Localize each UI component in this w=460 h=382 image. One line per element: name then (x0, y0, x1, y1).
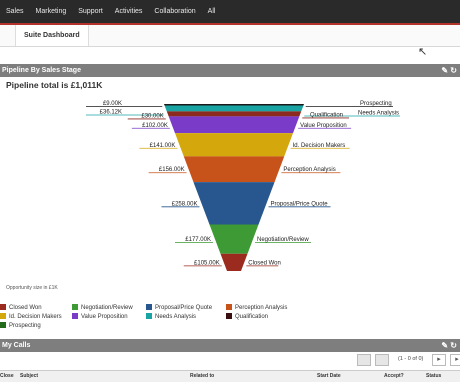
last-page-button[interactable]: ▸ (450, 354, 460, 366)
legend-swatch-qualification (226, 313, 232, 319)
column-start-date[interactable]: Start Date (317, 373, 341, 379)
legend-swatch-prospecting (0, 322, 6, 328)
legend-label-needs-analysis: Needs Analysis (155, 314, 197, 320)
funnel-segment-value-proposition[interactable] (168, 116, 300, 134)
legend-swatch-value-proposition (72, 313, 78, 319)
nav-activities[interactable]: Activities (109, 0, 149, 23)
calls-dashlet-title: My Calls (2, 342, 31, 349)
funnel-stage-label-value-proposition: Value Proposition (300, 123, 347, 129)
legend-label-proposal-price-quote: Proposal/Price Quote (155, 305, 213, 311)
funnel-segment-closed-won[interactable] (220, 253, 248, 271)
funnel-segment-negotiation-review[interactable] (209, 224, 259, 254)
legend-label-perception-analysis: Perception Analysis (235, 305, 288, 311)
legend-label-negotiation-review: Negotiation/Review (81, 305, 133, 311)
refresh-icon[interactable]: ↻ (450, 66, 457, 75)
funnel-stage-label-needs-analysis: Needs Analysis (358, 110, 399, 116)
pipeline-dashlet-header: Pipeline By Sales Stage ✎ ↻ (0, 64, 460, 77)
edit-icon[interactable]: ✎ (441, 66, 448, 75)
pipeline-total: Pipeline total is £1,011K (6, 80, 103, 90)
legend-item-negotiation-review: Negotiation/Review (72, 304, 133, 311)
dashboard-tab-bar: Suite Dashboard (0, 25, 460, 47)
legend-item-perception-analysis: Perception Analysis (226, 304, 287, 311)
legend-label-qualification: Qualification (235, 314, 269, 320)
chart-footnote: Opportunity size in £1K (6, 285, 58, 291)
first-page-button[interactable] (357, 354, 371, 366)
nav-support[interactable]: Support (72, 0, 109, 23)
nav-collaboration[interactable]: Collaboration (148, 0, 201, 23)
legend-item-id-decision-makers: Id. Decision Makers (0, 313, 62, 320)
legend-label-value-proposition: Value Proposition (81, 314, 128, 320)
funnel-value-label-prospecting: £9.00K (103, 101, 122, 107)
column-related-to[interactable]: Related to (190, 373, 214, 379)
legend-item-prospecting: Prospecting (0, 322, 41, 329)
nav-all[interactable]: All (202, 0, 222, 23)
funnel-stage-label-prospecting: Prospecting (360, 101, 392, 107)
legend-label-closed-won: Closed Won (9, 305, 42, 311)
column-close[interactable]: Close (0, 373, 14, 379)
legend-swatch-proposal-price-quote (146, 304, 152, 310)
legend-item-closed-won: Closed Won (0, 304, 42, 311)
legend-label-id-decision-makers: Id. Decision Makers (9, 314, 62, 320)
legend-item-qualification: Qualification (226, 313, 268, 320)
next-page-button[interactable]: ▸ (432, 354, 446, 366)
legend-swatch-perception-analysis (226, 304, 232, 310)
funnel-value-label-value-proposition: £102.00K (142, 123, 168, 129)
column-accept[interactable]: Accept? (384, 373, 404, 379)
legend-swatch-closed-won (0, 304, 6, 310)
legend-swatch-id-decision-makers (0, 313, 6, 319)
calls-table-header: Close Subject Related to Start Date Acce… (0, 370, 460, 382)
legend-label-prospecting: Prospecting (9, 323, 41, 329)
legend-item-proposal-price-quote: Proposal/Price Quote (146, 304, 212, 311)
pagination-text: (1 - 0 of 0) (398, 356, 424, 362)
previous-page-button[interactable] (375, 354, 389, 366)
funnel-segment-needs-analysis[interactable] (164, 105, 304, 112)
legend-swatch-negotiation-review (72, 304, 78, 310)
nav-marketing[interactable]: Marketing (30, 0, 73, 23)
mouse-cursor-icon: ↖ (418, 46, 428, 58)
pipeline-funnel-chart: £9.00K Prospecting£36.12K Needs Analysis£3… (86, 101, 400, 271)
edit-icon[interactable]: ✎ (441, 341, 448, 350)
refresh-icon[interactable]: ↻ (450, 341, 457, 350)
funnel-segment-proposal-price-quote[interactable] (193, 182, 275, 225)
legend-item-value-proposition: Value Proposition (72, 313, 128, 320)
column-subject[interactable]: Subject (20, 373, 38, 379)
funnel-segment-perception-analysis[interactable] (183, 156, 285, 183)
funnel-segment-qualification[interactable] (166, 111, 302, 117)
funnel-stage-label-closed-won: Closed Won (248, 260, 281, 266)
funnel-segment-id-decision-makers[interactable] (175, 133, 293, 157)
funnel-segment-prospecting[interactable] (164, 104, 304, 106)
legend-item-needs-analysis: Needs Analysis (146, 313, 196, 320)
calls-dashlet-header: My Calls ✎ ↻ (0, 339, 460, 352)
funnel-value-label-closed-won: £105.00K (194, 260, 220, 266)
top-navigation: Sales Marketing Support Activities Colla… (0, 0, 460, 25)
tab-suite-dashboard[interactable]: Suite Dashboard (15, 25, 89, 46)
pipeline-dashlet-title: Pipeline By Sales Stage (2, 67, 81, 74)
funnel-value-label-needs-analysis: £36.12K (100, 109, 122, 115)
legend-swatch-needs-analysis (146, 313, 152, 319)
column-status[interactable]: Status (426, 373, 441, 379)
nav-sales[interactable]: Sales (0, 0, 30, 23)
